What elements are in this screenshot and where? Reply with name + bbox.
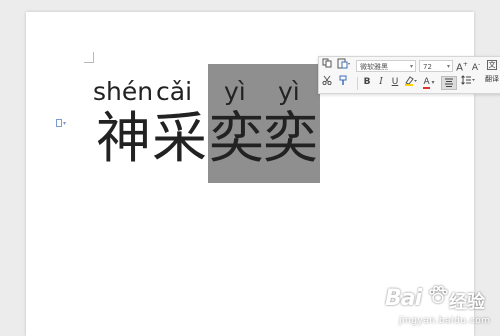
chevron-down-icon: ▾ xyxy=(409,63,413,70)
toolbar-row-2: B I U A ▾ xyxy=(319,75,500,92)
line-spacing-icon[interactable] xyxy=(460,75,476,89)
grow-font-button[interactable]: A+ xyxy=(456,58,468,74)
toolbar-divider xyxy=(357,77,358,90)
paragraph-handle-icon[interactable]: ▾ xyxy=(56,119,70,129)
font-name-select[interactable]: 微软雅黑 ▾ xyxy=(356,60,416,72)
paw-icon xyxy=(427,284,449,312)
watermark-logo-text: Bai xyxy=(385,286,422,311)
char-cai[interactable]: 采 xyxy=(152,108,207,168)
chevron-down-icon: ▾ xyxy=(446,63,450,70)
font-size-select[interactable]: 72 ▾ xyxy=(419,60,453,72)
cut-icon[interactable] xyxy=(321,75,333,89)
format-painter-icon[interactable] xyxy=(336,75,350,89)
grow-font-label: A xyxy=(456,62,463,74)
align-center-button[interactable] xyxy=(441,76,457,90)
font-color-button[interactable]: A ▾ xyxy=(421,75,437,89)
pinyin-shen[interactable]: shén xyxy=(93,78,153,106)
char-yi-1[interactable]: 奕 xyxy=(209,108,264,168)
bold-button[interactable]: B xyxy=(361,75,373,89)
copy-format-icon[interactable] xyxy=(321,58,333,72)
pinyin-yi-2[interactable]: yì xyxy=(278,78,300,106)
baidu-jingyan-watermark: Bai 经验 jingyan.baidu.com xyxy=(385,282,497,332)
font-size-value: 72 xyxy=(423,63,432,71)
pinyin-yi-1[interactable]: yì xyxy=(224,78,246,106)
translate-icon: 文 xyxy=(487,60,497,70)
char-yi-2[interactable]: 奕 xyxy=(263,108,318,168)
toolbar-row-1: 微软雅黑 ▾ 72 ▾ A+ A- xyxy=(319,58,500,75)
pinyin-cai[interactable]: cǎi xyxy=(156,78,192,106)
paste-icon[interactable] xyxy=(336,58,352,72)
highlight-icon[interactable] xyxy=(403,75,419,89)
char-shen[interactable]: 神 xyxy=(96,108,151,168)
translate-label: 翻译 xyxy=(485,75,499,83)
font-name-value: 微软雅黑 xyxy=(360,63,388,71)
shrink-font-button[interactable]: A- xyxy=(470,58,482,73)
translate-button[interactable]: 文 翻译 xyxy=(484,58,500,90)
italic-button[interactable]: I xyxy=(375,75,387,89)
watermark-brand: 经验 xyxy=(449,292,485,313)
underline-button[interactable]: U xyxy=(389,75,401,89)
margin-corner-marker xyxy=(84,52,94,63)
watermark-url: jingyan.baidu.com xyxy=(399,316,491,326)
floating-format-toolbar: 微软雅黑 ▾ 72 ▾ A+ A- B I U A ▾ xyxy=(318,56,500,94)
